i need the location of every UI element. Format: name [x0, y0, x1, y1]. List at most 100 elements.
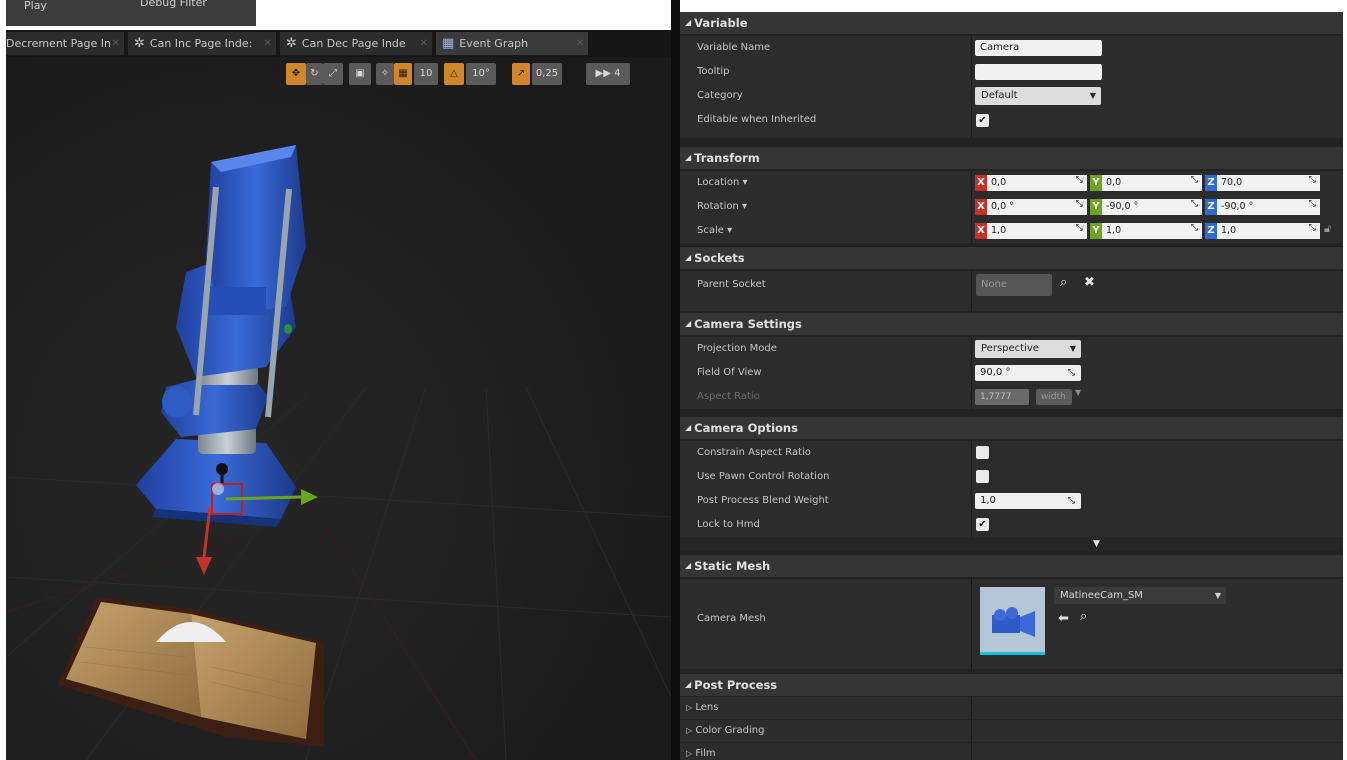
collapse-triangle-icon: ◢	[685, 423, 692, 432]
scale-x-value[interactable]: 1,0	[987, 223, 1087, 239]
event-graph-grid-icon: ▦	[442, 36, 455, 51]
camera-mesh-value: MatineeCam_SM	[1060, 590, 1143, 601]
scale-snap-value[interactable]: 0,25	[532, 63, 562, 85]
rotation-x-value[interactable]: 0,0 °	[987, 199, 1087, 215]
parent-socket-field[interactable]: None	[976, 274, 1052, 296]
rotation-snap-triangle-icon: △	[450, 68, 458, 79]
row-variable-name: Variable Name Camera	[680, 36, 1343, 60]
expand-triangle-icon: ▷	[686, 749, 693, 758]
row-lock-to-hmd: Lock to Hmd ✔	[680, 513, 1343, 537]
coordinate-space-button[interactable]: ▣	[349, 63, 371, 85]
subsection-film[interactable]: ▷ Film	[680, 743, 1343, 760]
grid-snap-toggle[interactable]: ▦	[394, 63, 412, 85]
rotation-z-field[interactable]: Z -90,0 ° ⤡	[1205, 199, 1320, 215]
viewport[interactable]: ✥ ↻ ⤢ ▣ ✧ ▦ 10 △ 10° ↗ 0,25 ▶▶ 4	[6, 57, 671, 760]
subsection-color-grading[interactable]: ▷ Color Grading	[680, 720, 1343, 742]
location-z-value[interactable]: 70,0	[1217, 175, 1320, 191]
location-x-value[interactable]: 0,0	[987, 175, 1087, 191]
rotation-x-field[interactable]: X 0,0 ° ⤡	[975, 199, 1087, 215]
scale-z-value[interactable]: 1,0	[1217, 223, 1320, 239]
browse-search-icon[interactable]: ⌕	[1080, 609, 1087, 624]
pawn-rotation-checkbox[interactable]	[976, 470, 989, 483]
x-axis-badge: X	[975, 199, 987, 215]
section-camera-settings[interactable]: ◢ Camera Settings	[680, 313, 1343, 335]
rotation-snap-toggle[interactable]: △	[444, 63, 464, 85]
translate-mode-button[interactable]: ✥	[286, 63, 306, 85]
location-x-field[interactable]: X 0,0 ⤡	[975, 175, 1087, 191]
rotation-y-value[interactable]: -90,0 °	[1102, 199, 1202, 215]
top-toolbar: Play Debug Filter	[6, 0, 671, 30]
tab-can-dec-page-index[interactable]: ✲ Can Dec Page Inde ✕	[280, 32, 432, 55]
section-post-process[interactable]: ◢ Post Process	[680, 674, 1343, 696]
subsection-lens[interactable]: ▷ Lens	[680, 697, 1343, 719]
row-use-pawn-control-rotation: Use Pawn Control Rotation	[680, 465, 1343, 489]
function-gear-icon: ✲	[286, 36, 297, 51]
tab-event-graph[interactable]: ▦ Event Graph ✕	[436, 32, 588, 55]
editable-checkbox[interactable]: ✔	[976, 114, 989, 127]
rotate-mode-button[interactable]: ↻	[306, 63, 323, 85]
grid-snap-value[interactable]: 10	[414, 63, 438, 85]
blend-weight-input[interactable]: 1,0 ⤡	[975, 493, 1081, 509]
variable-name-input[interactable]: Camera	[975, 40, 1102, 56]
column-divider	[971, 60, 972, 84]
chevron-down-icon: ▼	[1214, 591, 1221, 600]
section-title: Camera Options	[694, 421, 798, 435]
section-static-mesh[interactable]: ◢ Static Mesh	[680, 555, 1343, 577]
rotation-snap-value[interactable]: 10°	[466, 63, 496, 85]
variable-name-label: Variable Name	[697, 42, 771, 53]
category-dropdown[interactable]: Default ▼	[975, 87, 1101, 105]
scale-snap-toggle[interactable]: ↗	[512, 63, 530, 85]
play-button[interactable]: Play	[6, 0, 126, 26]
translate-icon: ✥	[291, 68, 301, 79]
rotation-label[interactable]: Rotation ▾	[697, 195, 747, 219]
debug-filter-dropdown[interactable]: Debug Filter	[126, 0, 256, 26]
location-y-value[interactable]: 0,0	[1102, 175, 1202, 191]
projection-mode-dropdown[interactable]: Perspective ▼	[975, 340, 1081, 358]
scale-label[interactable]: Scale ▾	[697, 219, 732, 243]
section-sockets[interactable]: ◢ Sockets	[680, 247, 1343, 269]
section-variable[interactable]: ◢ Variable	[680, 12, 1343, 34]
section-camera-options[interactable]: ◢ Camera Options	[680, 417, 1343, 439]
rotation-z-value[interactable]: -90,0 °	[1217, 199, 1320, 215]
viewport-scene	[6, 57, 671, 760]
location-z-field[interactable]: Z 70,0 ⤡	[1205, 175, 1320, 191]
lock-hmd-checkbox[interactable]: ✔	[976, 518, 989, 531]
tab-decrement-page-index[interactable]: Decrement Page In ✕	[6, 32, 124, 55]
search-icon[interactable]: ⌕	[1060, 275, 1067, 290]
scale-z-field[interactable]: Z 1,0 ⤡	[1205, 223, 1320, 239]
clear-x-icon[interactable]: ✖	[1084, 275, 1095, 290]
lock-icon[interactable]: 🔓︎	[1324, 222, 1331, 236]
close-tab-icon[interactable]: ✕	[264, 32, 272, 55]
panel-splitter[interactable]	[671, 0, 680, 760]
fov-input[interactable]: 90,0 ° ⤡	[975, 365, 1081, 381]
camera-mesh-dropdown[interactable]: MatineeCam_SM ▼	[1054, 587, 1226, 604]
location-label[interactable]: Location ▾	[697, 171, 748, 195]
close-tab-icon[interactable]: ✕	[112, 32, 120, 55]
scale-mode-button[interactable]: ⤢	[323, 63, 343, 85]
surface-snap-button[interactable]: ✧	[376, 63, 394, 85]
close-tab-icon[interactable]: ✕	[420, 32, 428, 55]
use-selected-arrow-icon[interactable]: ⬅	[1058, 611, 1069, 626]
grid-snap-icon: ▦	[398, 68, 408, 79]
camera-mesh-thumbnail[interactable]	[980, 587, 1045, 655]
tab-can-inc-page-index[interactable]: ✲ Can Inc Page Inde: ✕	[128, 32, 276, 55]
section-transform[interactable]: ◢ Transform	[680, 147, 1343, 169]
blend-weight-value: 1,0	[980, 495, 996, 506]
rotation-y-field[interactable]: Y -90,0 ° ⤡	[1090, 199, 1202, 215]
collapse-triangle-icon: ◢	[685, 680, 692, 689]
location-y-field[interactable]: Y 0,0 ⤡	[1090, 175, 1202, 191]
column-divider	[971, 84, 972, 108]
scale-y-field[interactable]: Y 1,0 ⤡	[1090, 223, 1202, 239]
tooltip-input[interactable]	[975, 64, 1102, 80]
constrain-checkbox[interactable]	[976, 446, 989, 459]
scale-x-field[interactable]: X 1,0 ⤡	[975, 223, 1087, 239]
close-tab-icon[interactable]: ✕	[576, 32, 584, 55]
advanced-expander[interactable]: ▼	[680, 537, 1343, 551]
pawn-rotation-label: Use Pawn Control Rotation	[697, 471, 830, 482]
collapse-triangle-icon: ◢	[685, 153, 692, 162]
column-divider	[971, 385, 972, 409]
chevron-down-icon: ▾	[742, 177, 748, 188]
rotation-label-text: Rotation	[697, 201, 739, 212]
camera-speed-button[interactable]: ▶▶ 4	[586, 63, 630, 85]
scale-y-value[interactable]: 1,0	[1102, 223, 1202, 239]
